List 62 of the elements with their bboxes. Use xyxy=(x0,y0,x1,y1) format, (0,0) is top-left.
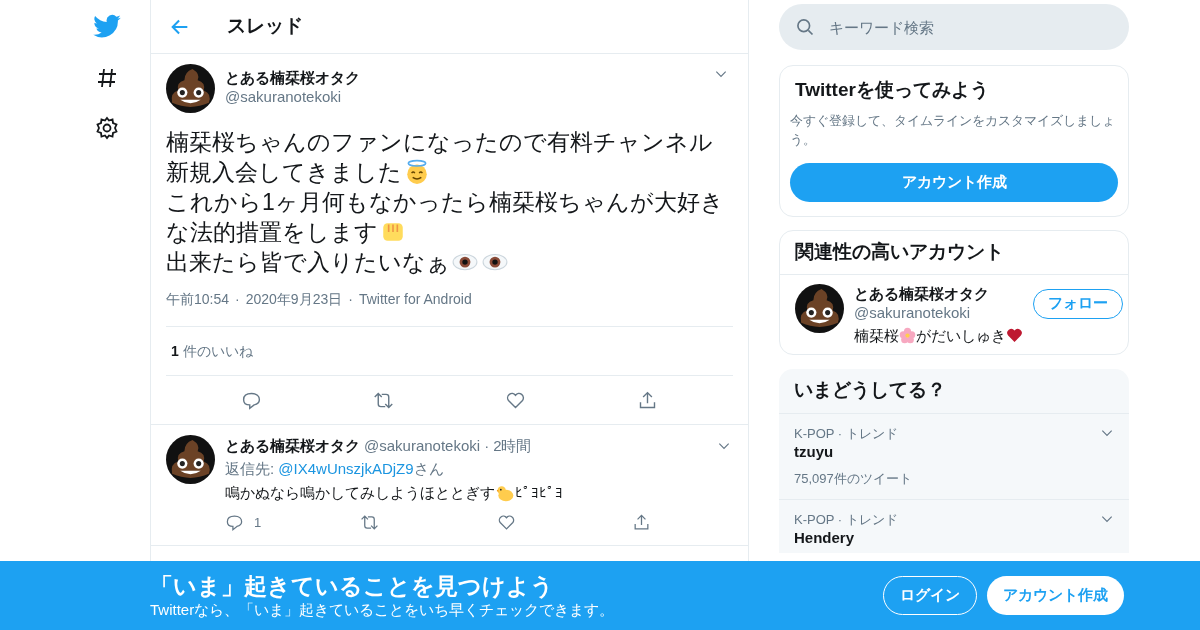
settings-icon[interactable] xyxy=(95,116,119,140)
mention-link[interactable]: @IX4wUnszjkADjZ9 xyxy=(278,457,414,480)
tweet-text: これから1ヶ月何もなかったら楠栞桜ちゃんが大好き xyxy=(166,188,724,217)
search-field[interactable]: キーワード検索 xyxy=(779,4,1129,50)
heart-icon xyxy=(1006,326,1023,344)
reply-count: 1 xyxy=(254,513,262,532)
banner-subtitle: Twitterなら、「いま」起きていることをいち早くチェックできます。 xyxy=(150,600,615,619)
user-name[interactable]: とある楠栞桜オタク xyxy=(854,283,1023,303)
card-text: 今すぐ登録して、タイムラインをカスタマイズしましょう。 xyxy=(790,111,1116,149)
separator-dot: · xyxy=(348,290,353,309)
chick-icon xyxy=(495,483,515,504)
signup-button[interactable]: アカウント作成 xyxy=(987,576,1124,615)
trend-count: 75,097件のツイート xyxy=(794,470,913,488)
tweet-meta: 午前10:54 xyxy=(166,290,230,309)
avatar xyxy=(795,283,844,333)
user-handle[interactable]: @sakuranotekoki xyxy=(854,302,1023,322)
page-title: スレッド xyxy=(227,14,303,39)
user-bio: がだいしゅき xyxy=(916,325,1006,345)
trend-category: K-POP · トレンド xyxy=(794,424,898,443)
share-icon[interactable] xyxy=(632,513,651,532)
like-count[interactable]: 1 xyxy=(171,340,179,362)
like-label[interactable]: 件のいいね xyxy=(182,340,253,362)
search-icon xyxy=(795,17,815,37)
retweet-icon[interactable] xyxy=(360,513,379,532)
signup-button[interactable]: アカウント作成 xyxy=(790,162,1118,202)
tweet-meta[interactable]: 2020年9月23日 xyxy=(245,289,343,310)
tweet-text: な法的措置をします xyxy=(166,218,378,247)
reply-suffix: さん xyxy=(413,458,444,479)
user-handle[interactable]: @sakuranotekoki xyxy=(225,87,704,106)
tweet-text: 楠栞桜ちゃんのファンになったので有料チャンネル xyxy=(166,128,713,157)
trend-name: Hendery xyxy=(794,529,856,547)
smiling-face-icon xyxy=(404,159,430,185)
tweet-text: 新規入会してきました xyxy=(166,158,402,187)
banner-title: 「いま」起きていることを見つけよう xyxy=(150,572,555,600)
eye-icon xyxy=(452,252,478,272)
card-title: 関連性の高いアカウント xyxy=(780,230,1128,275)
trend-name: tzuyu xyxy=(794,443,835,461)
user-handle[interactable]: @sakuranotekoki xyxy=(364,435,481,458)
tweet-text: 出来たら皆で入りたいなぁ xyxy=(166,248,450,277)
tweet-text: ﾋﾟﾖﾋﾟﾖ xyxy=(515,483,563,503)
avatar xyxy=(166,64,215,113)
tweet-time[interactable]: 2時間 xyxy=(493,435,532,458)
user-name[interactable]: とある楠栞桜オタク xyxy=(225,435,360,458)
trend-item[interactable]: K-POP · トレンド tzuyu 75,097件のツイート xyxy=(779,413,1129,500)
separator-dot: · xyxy=(235,290,240,309)
like-icon[interactable] xyxy=(497,513,516,532)
bird-logo-icon[interactable] xyxy=(92,14,122,40)
user-bio: 楠栞桜 xyxy=(854,325,899,345)
card-title: Twitterを使ってみよう xyxy=(794,78,990,102)
separator-dot: · xyxy=(484,436,490,456)
panel-title: いまどうしてる？ xyxy=(779,368,1129,414)
eye-icon xyxy=(482,252,508,272)
hashtag-icon[interactable] xyxy=(95,66,119,90)
trend-item[interactable]: K-POP · トレンド Hendery xyxy=(779,499,1129,547)
tweet-text: 鳴かぬなら鳴かしてみしようほととぎす xyxy=(225,483,495,503)
user-name[interactable]: とある楠栞桜オタク xyxy=(225,68,704,87)
reply-icon[interactable] xyxy=(225,513,244,532)
trend-category: K-POP · トレンド xyxy=(794,510,898,529)
blossom-icon xyxy=(899,326,916,344)
tweet-meta[interactable]: Twitter for Android xyxy=(358,289,472,310)
avatar xyxy=(166,435,215,484)
reply-prefix: 返信先: xyxy=(225,458,276,479)
